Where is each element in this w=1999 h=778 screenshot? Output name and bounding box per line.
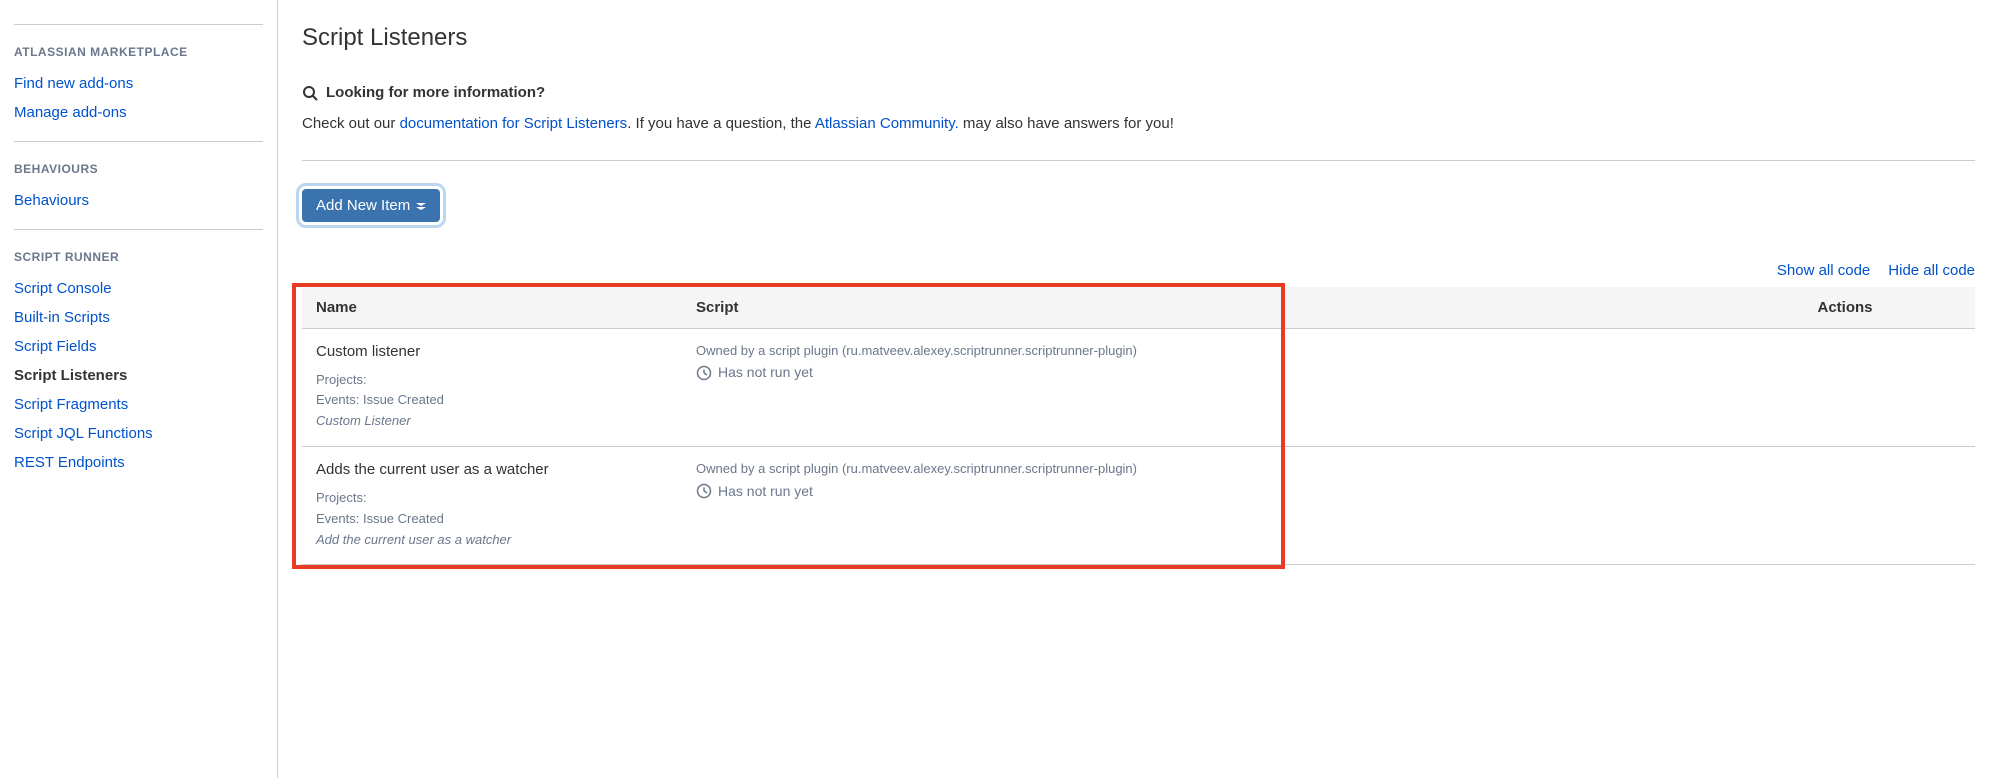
info-section: Looking for more information? Check out …: [302, 84, 1975, 136]
separator: [302, 160, 1975, 161]
cell-script: Owned by a script plugin (ru.matveev.ale…: [682, 446, 1715, 564]
sidebar-script-console[interactable]: Script Console: [14, 274, 263, 303]
main-content: Script Listeners Looking for more inform…: [278, 0, 1999, 778]
cell-actions: [1715, 328, 1975, 446]
sidebar-script-listeners[interactable]: Script Listeners: [14, 361, 263, 390]
sidebar-manage-addons[interactable]: Manage add-ons: [14, 98, 263, 127]
info-title-text: Looking for more information?: [326, 84, 545, 101]
clock-icon: [696, 482, 712, 499]
add-new-item-button[interactable]: Add New Item: [302, 189, 440, 222]
sidebar-section-marketplace: ATLASSIAN MARKETPLACE Find new add-ons M…: [14, 24, 263, 141]
listener-title: Custom listener: [316, 343, 668, 360]
hide-all-code-link[interactable]: Hide all code: [1888, 262, 1975, 279]
sidebar: ATLASSIAN MARKETPLACE Find new add-ons M…: [0, 0, 278, 778]
sidebar-behaviours[interactable]: Behaviours: [14, 186, 263, 215]
search-icon: [302, 84, 318, 101]
listener-meta: Projects: Events: Issue Created Custom L…: [316, 370, 668, 432]
info-text: Check out our documentation for Script L…: [302, 113, 1975, 136]
info-title: Looking for more information?: [302, 84, 1975, 101]
listeners-table: Name Script Actions Custom listener Proj…: [302, 287, 1975, 566]
sidebar-heading-marketplace: ATLASSIAN MARKETPLACE: [14, 45, 263, 59]
sidebar-rest-endpoints[interactable]: REST Endpoints: [14, 448, 263, 477]
chevron-down-icon: [416, 198, 426, 212]
listeners-table-wrap: Name Script Actions Custom listener Proj…: [302, 287, 1975, 566]
table-row: Adds the current user as a watcher Proje…: [302, 446, 1975, 564]
clock-icon: [696, 364, 712, 381]
sidebar-section-scriptrunner: SCRIPT RUNNER Script Console Built-in Sc…: [14, 229, 263, 491]
sidebar-builtin-scripts[interactable]: Built-in Scripts: [14, 303, 263, 332]
script-owned: Owned by a script plugin (ru.matveev.ale…: [696, 461, 1701, 476]
cell-script: Owned by a script plugin (ru.matveev.ale…: [682, 328, 1715, 446]
cell-name: Adds the current user as a watcher Proje…: [302, 446, 682, 564]
col-actions: Actions: [1715, 287, 1975, 329]
add-new-item-label: Add New Item: [316, 197, 410, 214]
sidebar-heading-scriptrunner: SCRIPT RUNNER: [14, 250, 263, 264]
sidebar-script-fragments[interactable]: Script Fragments: [14, 390, 263, 419]
sidebar-script-jql-functions[interactable]: Script JQL Functions: [14, 419, 263, 448]
sidebar-heading-behaviours: BEHAVIOURS: [14, 162, 263, 176]
col-name: Name: [302, 287, 682, 329]
sidebar-section-behaviours: BEHAVIOURS Behaviours: [14, 141, 263, 229]
script-status: Has not run yet: [696, 482, 1701, 499]
listener-meta: Projects: Events: Issue Created Add the …: [316, 488, 668, 550]
show-all-code-link[interactable]: Show all code: [1777, 262, 1870, 279]
table-row: Custom listener Projects: Events: Issue …: [302, 328, 1975, 446]
script-owned: Owned by a script plugin (ru.matveev.ale…: [696, 343, 1701, 358]
docs-link[interactable]: documentation for Script Listeners: [400, 115, 628, 132]
sidebar-script-fields[interactable]: Script Fields: [14, 332, 263, 361]
cell-name: Custom listener Projects: Events: Issue …: [302, 328, 682, 446]
page-title: Script Listeners: [302, 24, 1975, 52]
script-status: Has not run yet: [696, 364, 1701, 381]
cell-actions: [1715, 446, 1975, 564]
col-script: Script: [682, 287, 1715, 329]
sidebar-find-new-addons[interactable]: Find new add-ons: [14, 69, 263, 98]
listener-title: Adds the current user as a watcher: [316, 461, 668, 478]
table-actions: Show all code Hide all code: [302, 262, 1975, 279]
community-link[interactable]: Atlassian Community.: [815, 115, 959, 132]
